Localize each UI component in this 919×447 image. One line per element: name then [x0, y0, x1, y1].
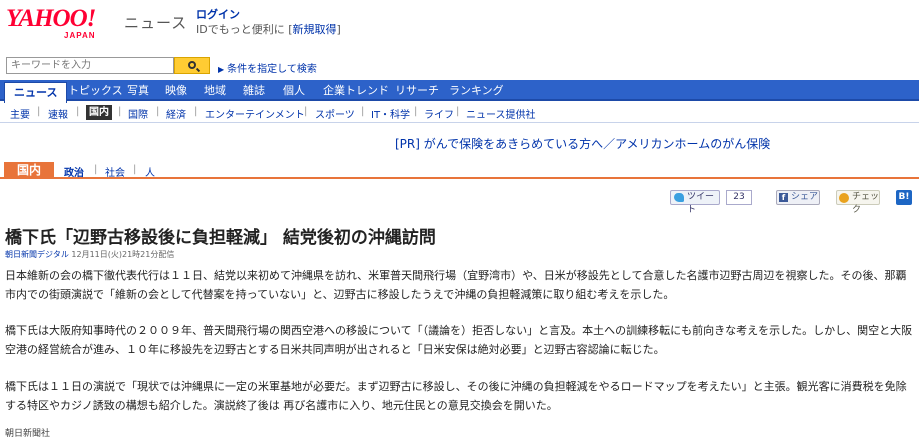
subnav-item-breaking[interactable]: 速報 [48, 106, 68, 121]
id-promo: IDでもっと便利に [新規取得] [196, 21, 341, 37]
article-timestamp: 12月11日(火)21時21分配信 [71, 250, 175, 259]
main-nav: ニュース トピックス 写真 映像 地域 雑誌 個人 企業トレンド リサーチ ラン… [0, 80, 919, 103]
article-credit: 朝日新聞社 [5, 429, 51, 439]
hatena-bookmark-button[interactable]: B! [896, 190, 912, 205]
subnav-item-sports[interactable]: スポーツ [315, 106, 355, 121]
facebook-share-label: シェア [791, 192, 819, 202]
nav-item-magazine[interactable]: 雑誌 [234, 80, 274, 101]
twitter-bird-icon [674, 193, 684, 202]
subnav-divider: | [156, 106, 160, 117]
nav-item-ranking[interactable]: ランキング [440, 80, 513, 101]
logo-sub: JAPAN [64, 31, 96, 40]
tweet-label: ツイート [687, 192, 715, 215]
subnav-item-providers[interactable]: ニュース提供社 [466, 106, 536, 121]
article-paragraph: 橋下氏は１１日の演説で「現状では沖縄県に一定の米軍基地が必要だ。まず辺野古に移設… [5, 380, 907, 412]
header: YAHOO! JAPAN ニュース ログイン IDでもっと便利に [新規取得] [0, 0, 919, 50]
section-item-politics[interactable]: 政治 [64, 164, 84, 179]
nav-item-photo[interactable]: 写真 [118, 80, 158, 101]
article-source-link[interactable]: 朝日新聞デジタル [5, 250, 69, 259]
article-paragraph: 日本維新の会の橋下徹代表代行は１１日、結党以来初めて沖縄県を訪れ、米軍普天間飛行… [5, 269, 907, 301]
tweet-button[interactable]: ツイート [670, 190, 720, 215]
bracket-close: ] [336, 23, 341, 36]
pr-ad-link[interactable]: [PR] がんで保険をあきらめている方へ／アメリカンホームのがん保険 [395, 135, 770, 152]
mixi-icon [839, 193, 849, 203]
subnav-item-entertainment[interactable]: エンターテインメント [205, 106, 305, 121]
nav-item-research[interactable]: リサーチ [386, 80, 448, 101]
login-link[interactable]: ログイン [196, 6, 240, 22]
search-icon [188, 61, 196, 69]
subnav-divider: | [361, 106, 365, 117]
service-name[interactable]: ニュース [124, 12, 187, 33]
sub-nav: 主要 | 速報 | 国内 | 国際 | 経済 | エンターテインメント | スポ… [0, 103, 919, 123]
mixi-check-button[interactable]: チェック [836, 190, 880, 215]
section-item-society[interactable]: 社会 [105, 164, 125, 179]
search-input[interactable] [6, 57, 174, 74]
yahoo-logo[interactable]: YAHOO! JAPAN [6, 6, 122, 44]
tweet-count: 23 [726, 190, 752, 205]
section-label: 国内 [4, 162, 54, 179]
nav-item-individual[interactable]: 個人 [274, 80, 314, 101]
subnav-item-domestic[interactable]: 国内 [86, 105, 112, 120]
advanced-search-link[interactable]: ▶ 条件を指定して検索 [218, 60, 317, 75]
share-bar: ツイート 23 f シェア チェック B! [0, 190, 919, 215]
subnav-divider: | [414, 106, 418, 117]
facebook-icon: f [779, 193, 788, 202]
subnav-divider: | [76, 106, 80, 117]
nav-item-video[interactable]: 映像 [156, 80, 196, 101]
nav-item-news[interactable]: ニュース [4, 82, 68, 103]
section-item-people[interactable]: 人 [145, 164, 155, 179]
subnav-divider: | [194, 106, 198, 117]
search-bar: ▶条件を指定して検索 [0, 52, 919, 80]
advanced-search-label: 条件を指定して検索 [227, 64, 317, 75]
search-button[interactable] [174, 57, 210, 74]
id-promo-text: IDでもっと便利に [196, 23, 285, 36]
arrow-right-icon: ▶ [218, 65, 225, 74]
subnav-divider: | [304, 106, 308, 117]
subnav-divider: | [118, 106, 122, 117]
section-divider: | [94, 164, 98, 175]
mixi-check-label: チェック [852, 192, 880, 215]
subnav-item-main[interactable]: 主要 [10, 106, 30, 121]
article-title: 橋下氏「辺野古移設後に負担軽減」 結党後初の沖縄訪問 [5, 228, 436, 248]
article-meta: 朝日新聞デジタル 12月11日(火)21時21分配信 [5, 249, 174, 260]
nav-item-local[interactable]: 地域 [195, 80, 235, 101]
section-divider: | [133, 164, 137, 175]
subnav-item-life[interactable]: ライフ [424, 106, 454, 121]
facebook-share-button[interactable]: f シェア [776, 190, 820, 205]
section-bar: 国内 政治 | 社会 | 人 [0, 162, 919, 179]
subnav-item-it-science[interactable]: IT・科学 [371, 106, 410, 121]
subnav-divider: | [456, 106, 460, 117]
subnav-divider: | [37, 106, 41, 117]
article-paragraph: 橋下氏は大阪府知事時代の２００９年、普天間飛行場の関西空港への移設について「（議… [5, 324, 913, 356]
new-account-link[interactable]: 新規取得 [293, 23, 337, 36]
subnav-item-world[interactable]: 国際 [128, 106, 148, 121]
logo-text: YAHOO! [6, 5, 96, 32]
subnav-item-economy[interactable]: 経済 [166, 106, 186, 121]
